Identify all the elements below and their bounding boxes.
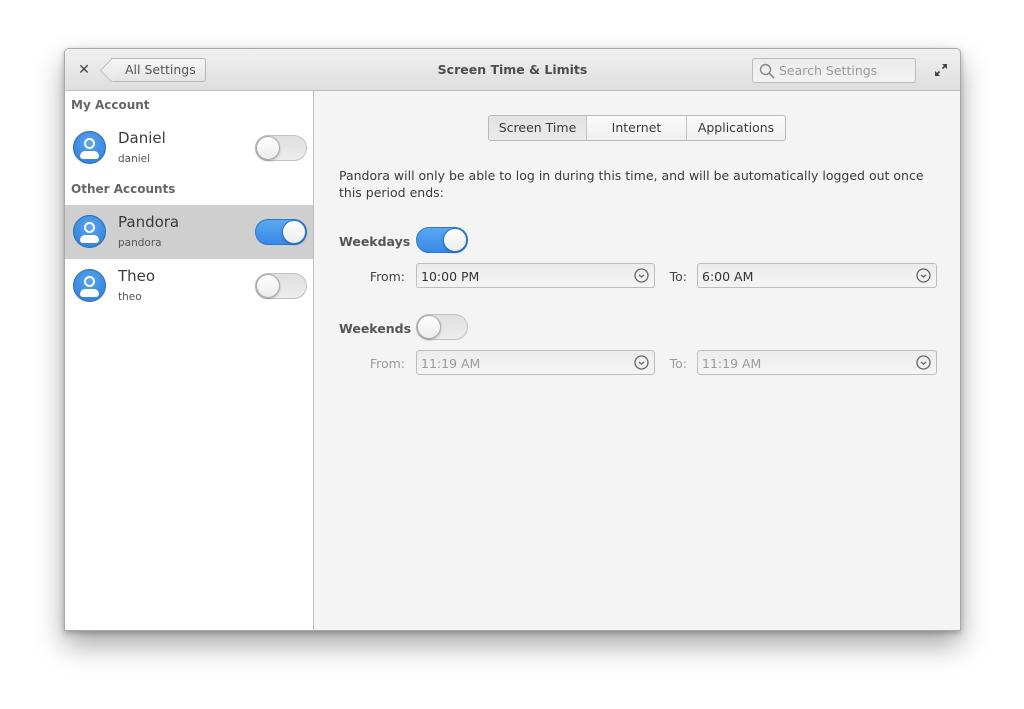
weekends-from-label: From: xyxy=(369,356,405,371)
weekends-from-field[interactable] xyxy=(416,350,655,375)
weekends-label: Weekends xyxy=(339,321,412,336)
account-item-daniel[interactable]: Daniel daniel xyxy=(65,121,313,175)
weekdays-toggle[interactable] xyxy=(416,227,468,253)
avatar-icon xyxy=(73,215,106,248)
clock-icon[interactable] xyxy=(633,267,650,284)
avatar-icon xyxy=(73,269,106,302)
titlebar: ✕ All Settings Screen Time & Limits xyxy=(65,49,960,91)
weekdays-from-label: From: xyxy=(369,269,405,284)
avatar-icon xyxy=(73,131,106,164)
settings-window: ✕ All Settings Screen Time & Limits My A… xyxy=(64,48,961,631)
weekdays-from-input[interactable] xyxy=(421,267,601,285)
weekends-to-field[interactable] xyxy=(697,350,937,375)
main-content: Screen Time Internet Applications Pandor… xyxy=(315,91,960,630)
account-name: Pandora xyxy=(118,213,180,231)
weekdays-to-label: To: xyxy=(669,269,687,284)
maximize-icon[interactable] xyxy=(933,62,949,78)
account-username: daniel xyxy=(118,153,151,165)
account-toggle-daniel[interactable] xyxy=(255,135,307,161)
account-username: pandora xyxy=(118,237,162,249)
tab-internet[interactable]: Internet xyxy=(587,116,687,140)
accounts-sidebar: My Account Daniel daniel Other Accounts … xyxy=(65,91,314,630)
weekdays-to-field[interactable] xyxy=(697,263,937,288)
weekends-to-label: To: xyxy=(669,356,687,371)
clock-icon[interactable] xyxy=(915,267,932,284)
weekends-toggle[interactable] xyxy=(416,314,468,340)
screen-time-description: Pandora will only be able to log in duri… xyxy=(339,168,924,200)
weekends-to-input[interactable] xyxy=(702,354,882,372)
weekdays-to-input[interactable] xyxy=(702,267,882,285)
account-toggle-pandora[interactable] xyxy=(255,219,307,245)
tab-bar: Screen Time Internet Applications xyxy=(488,115,786,141)
weekdays-from-field[interactable] xyxy=(416,263,655,288)
tab-screen-time[interactable]: Screen Time xyxy=(489,116,587,140)
account-item-theo[interactable]: Theo theo xyxy=(65,259,313,313)
account-name: Daniel xyxy=(118,129,166,147)
search-icon xyxy=(759,63,775,79)
other-accounts-header: Other Accounts xyxy=(71,182,176,196)
clock-icon[interactable] xyxy=(915,354,932,371)
tab-applications[interactable]: Applications xyxy=(687,116,785,140)
account-toggle-theo[interactable] xyxy=(255,273,307,299)
my-account-header: My Account xyxy=(71,98,150,112)
weekdays-label: Weekdays xyxy=(339,234,411,249)
clock-icon[interactable] xyxy=(633,354,650,371)
account-item-pandora[interactable]: Pandora pandora xyxy=(65,205,313,259)
search-field[interactable] xyxy=(752,58,916,83)
weekends-from-input[interactable] xyxy=(421,354,601,372)
account-name: Theo xyxy=(118,267,156,285)
search-input[interactable] xyxy=(779,61,911,80)
account-username: theo xyxy=(118,291,142,303)
